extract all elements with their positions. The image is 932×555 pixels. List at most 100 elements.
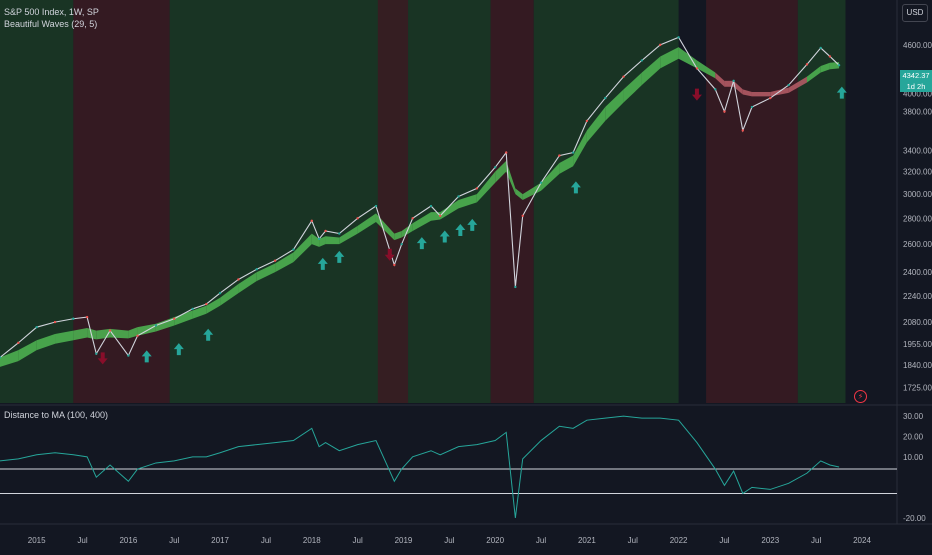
regime-zone-6 <box>706 0 798 403</box>
regime-zone-4 <box>490 0 534 403</box>
price-point-39 <box>585 119 589 123</box>
price-point-45 <box>695 67 699 70</box>
price-point-24 <box>374 204 378 208</box>
time-tick-label: 2020 <box>486 536 504 545</box>
ma-band-segment-28 <box>431 212 441 221</box>
price-point-32 <box>493 166 497 169</box>
symbol-legend: S&P 500 Index, 1W, SP <box>4 7 99 17</box>
indicator-legend: Beautiful Waves (29, 5) <box>4 19 98 29</box>
distance-tick-label: 20.00 <box>903 432 924 441</box>
chart-root: 4600.00 4000.00 3800.00 3400.00 3200.00 3000.… <box>0 0 932 550</box>
price-tick-label: 4600.00 <box>903 41 932 50</box>
time-tick-label: Jul <box>169 536 179 545</box>
lower-pane-title: Distance to MA (100, 400) <box>4 410 109 420</box>
ma-band-segment-21 <box>325 236 340 245</box>
price-point-14 <box>218 291 222 295</box>
price-point-22 <box>338 232 341 235</box>
price-point-54 <box>819 46 822 50</box>
chart-svg: 4600.004000.003800.003400.003200.003000.… <box>0 0 932 545</box>
price-point-23 <box>356 217 359 220</box>
currency-badge[interactable]: USD <box>902 4 928 22</box>
regime-zone-7 <box>797 0 846 403</box>
price-point-36 <box>539 181 543 184</box>
price-tick-label: 3200.00 <box>903 168 932 177</box>
ma-band-segment-44 <box>678 47 697 69</box>
price-point-33 <box>504 151 508 154</box>
price-point-40 <box>604 96 607 100</box>
price-point-16 <box>255 268 258 271</box>
price-point-7 <box>108 329 112 332</box>
time-tick-label: Jul <box>719 536 729 545</box>
lightning-icon[interactable]: ⚡ <box>854 390 867 403</box>
price-tick-label: 2800.00 <box>903 214 932 223</box>
price-point-9 <box>136 334 139 338</box>
price-point-1 <box>17 341 20 345</box>
regime-zone-2 <box>169 0 491 403</box>
price-tick-label: 2080.00 <box>903 318 932 327</box>
distance-tick-label: -20.00 <box>903 514 926 523</box>
price-point-4 <box>72 317 75 320</box>
price-tick-label: 2600.00 <box>903 240 932 249</box>
price-point-38 <box>571 151 575 154</box>
price-tick-label: 3800.00 <box>903 108 932 117</box>
time-tick-label: Jul <box>628 536 638 545</box>
price-point-8 <box>127 354 130 357</box>
price-point-6 <box>95 352 98 355</box>
signal-arrow-down-12 <box>691 88 702 101</box>
last-price-value: 4342.37 <box>902 71 930 80</box>
price-point-2 <box>35 325 38 329</box>
price-point-18 <box>292 248 295 251</box>
price-tick-label: 1725.00 <box>903 383 932 392</box>
time-tick-label: Jul <box>444 536 454 545</box>
price-tick-label: 1955.00 <box>903 340 932 349</box>
price-point-35 <box>521 214 524 217</box>
regime-zone-1 <box>73 0 170 403</box>
price-point-29 <box>438 214 442 217</box>
price-point-49 <box>741 129 744 132</box>
time-tick-label: Jul <box>811 536 821 545</box>
time-tick-label: 2018 <box>303 536 321 545</box>
price-point-27 <box>411 217 414 220</box>
distance-tick-label: 10.00 <box>903 453 924 462</box>
price-point-34 <box>514 285 517 289</box>
price-point-26 <box>400 242 403 246</box>
price-point-21 <box>324 229 327 233</box>
price-point-48 <box>732 79 735 83</box>
last-price-tag: 4342.37 1d 2h <box>900 70 932 92</box>
bar-countdown: 1d 2h <box>906 82 926 91</box>
price-point-19 <box>310 219 313 222</box>
price-point-55 <box>828 55 832 58</box>
price-point-41 <box>622 75 625 78</box>
price-point-37 <box>558 154 561 157</box>
price-tick-label: 3400.00 <box>903 146 932 155</box>
price-tick-label: 2400.00 <box>903 268 932 277</box>
price-tick-label: 2240.00 <box>903 292 932 301</box>
price-point-42 <box>640 59 644 62</box>
distance-series-line <box>0 415 840 518</box>
price-point-28 <box>429 204 433 208</box>
price-point-50 <box>750 105 754 109</box>
time-tick-label: Jul <box>261 536 271 545</box>
price-point-5 <box>85 315 89 319</box>
price-point-52 <box>787 83 790 87</box>
price-point-25 <box>393 263 396 267</box>
price-point-43 <box>659 43 662 47</box>
price-point-46 <box>714 88 717 91</box>
price-point-47 <box>723 110 726 113</box>
lower-pane-layer <box>0 415 897 518</box>
price-point-31 <box>475 187 479 190</box>
price-point-30 <box>457 195 460 198</box>
price-point-17 <box>273 259 277 262</box>
time-tick-label: 2015 <box>28 536 46 545</box>
time-tick-label: 2022 <box>670 536 688 545</box>
regime-zone-3 <box>377 0 409 403</box>
time-tick-label: 2023 <box>761 536 779 545</box>
price-point-3 <box>53 320 57 324</box>
price-point-56 <box>837 63 841 67</box>
price-point-53 <box>805 63 809 66</box>
price-point-10 <box>154 324 158 327</box>
price-point-11 <box>173 317 176 320</box>
time-tick-label: 2024 <box>853 536 871 545</box>
ma-band-segment-50 <box>751 91 771 97</box>
time-tick-label: 2016 <box>119 536 137 545</box>
